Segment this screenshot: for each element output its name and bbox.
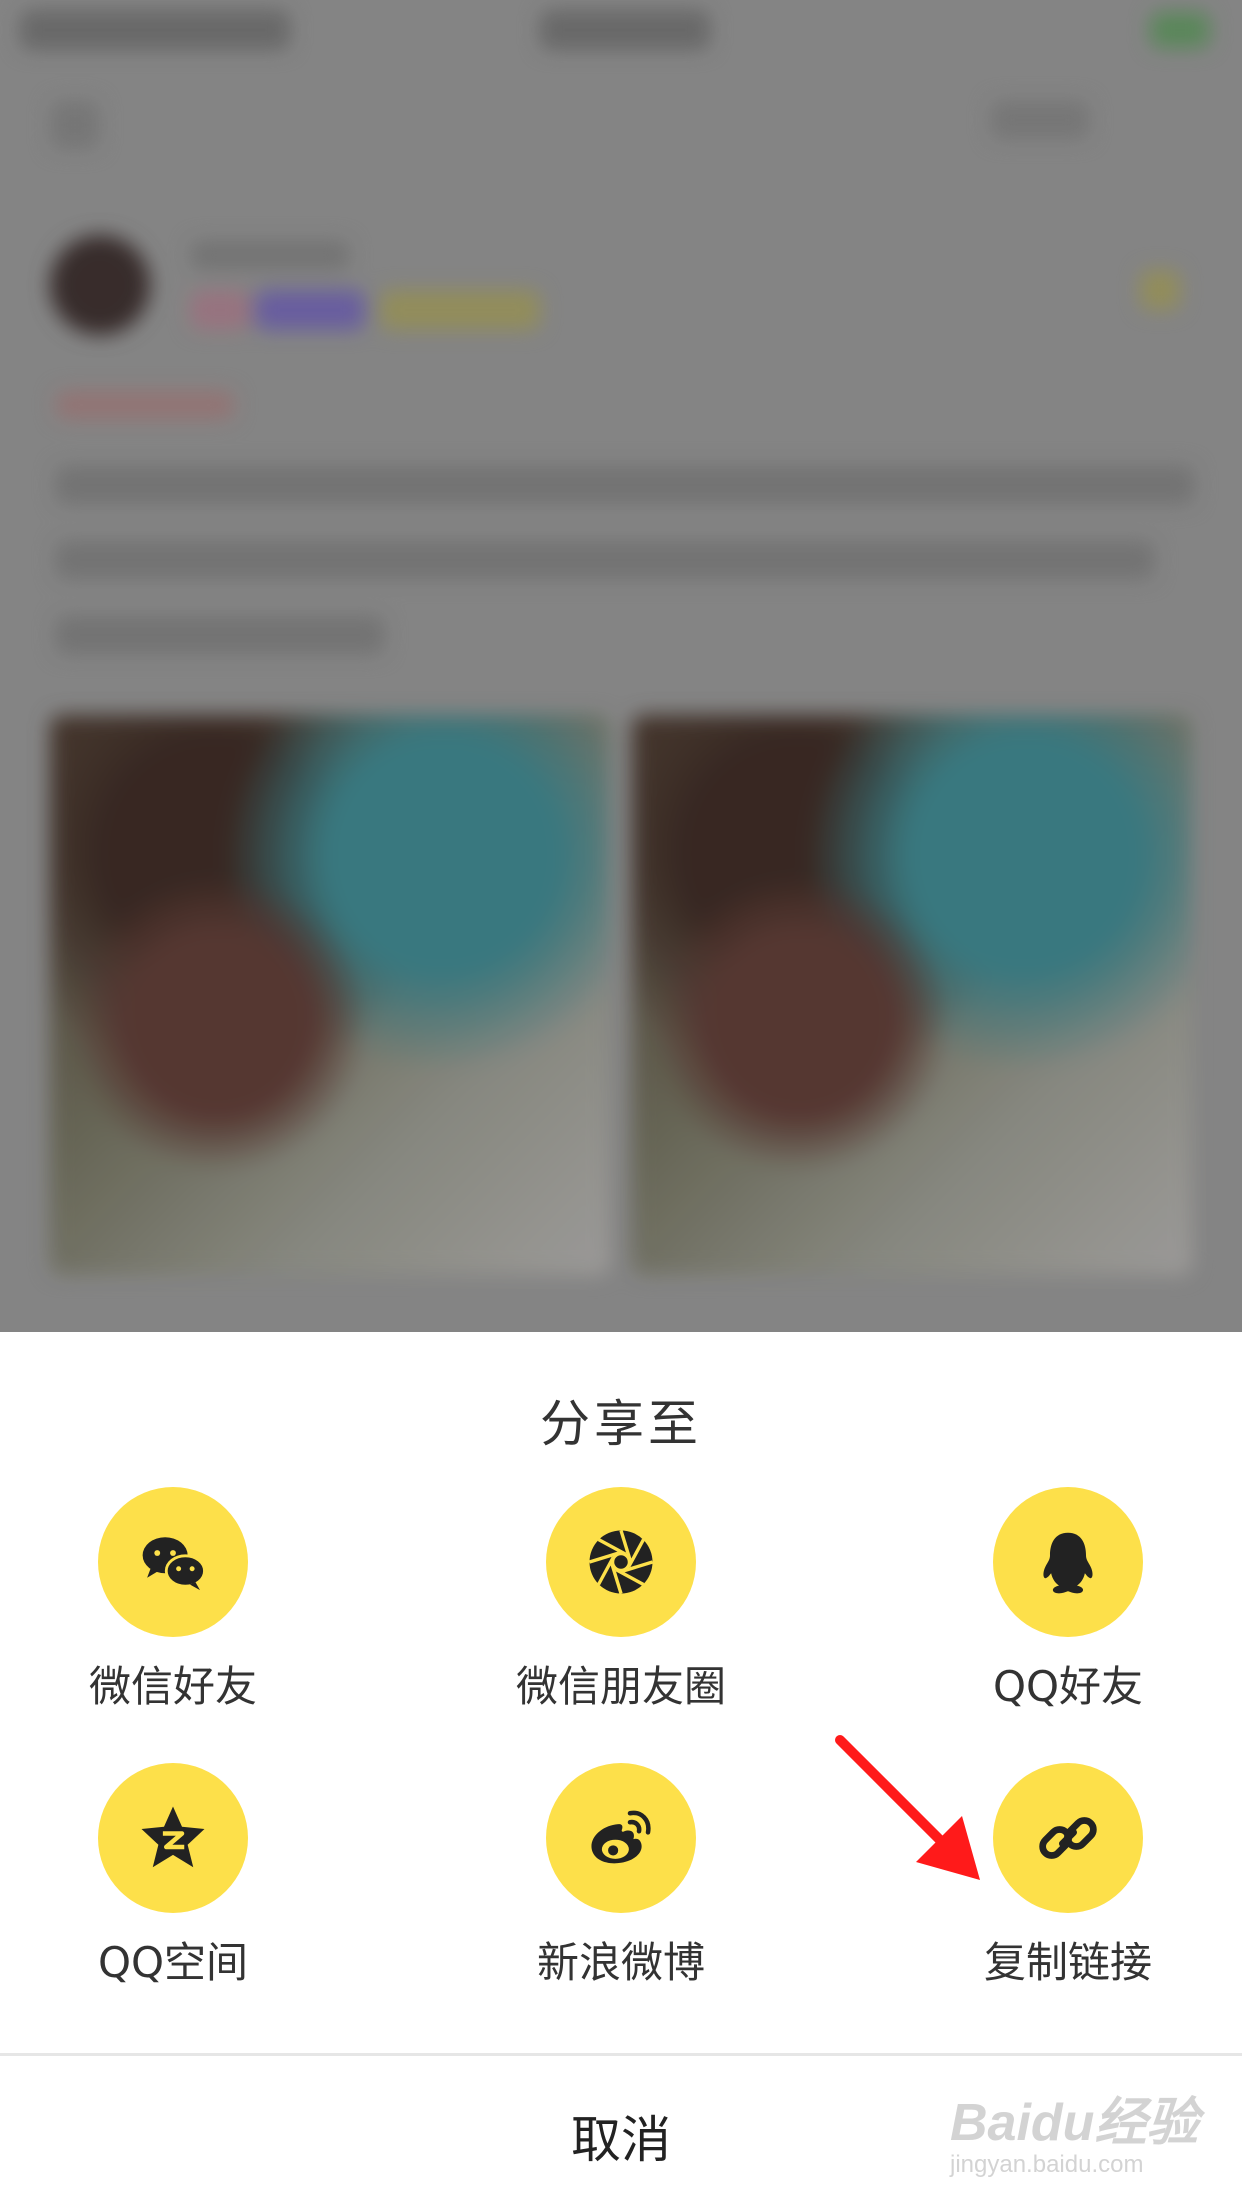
share-qzone[interactable]: QQ空间 [33, 1763, 313, 1990]
share-wechat-friend[interactable]: 微信好友 [33, 1487, 313, 1714]
share-wechat-moments[interactable]: 微信朋友圈 [481, 1487, 761, 1714]
share-qq-friend[interactable]: QQ好友 [928, 1487, 1208, 1714]
background-app [0, 0, 1242, 1332]
share-sheet-title: 分享至 [540, 1395, 702, 1453]
watermark-logo: Baidu经验 [950, 2094, 1199, 2152]
share-label: QQ好友 [992, 1662, 1144, 1711]
share-label: QQ空间 [97, 1938, 249, 1987]
share-sheet: 分享至 微信好友 微信朋友圈 QQ好友 QQ空间 新浪微博 复制链接 取消 [0, 1332, 1242, 2208]
wechat-icon [142, 1537, 206, 1591]
share-label: 新浪微博 [536, 1938, 705, 1987]
share-label: 微信好友 [88, 1662, 257, 1711]
divider [0, 2053, 1242, 2056]
qq-icon [1043, 1532, 1093, 1594]
share-label: 微信朋友圈 [515, 1662, 726, 1711]
share-circle[interactable] [546, 1763, 696, 1913]
annotation-arrow-icon [835, 1735, 980, 1880]
moments-icon [589, 1530, 653, 1594]
share-weibo[interactable]: 新浪微博 [481, 1763, 761, 1990]
share-circle[interactable] [993, 1487, 1143, 1637]
dim-overlay[interactable] [0, 0, 1242, 1332]
link-icon [1039, 1817, 1097, 1859]
share-circle[interactable] [546, 1487, 696, 1637]
baidu-watermark: Baidu经验 jingyan.baidu.com [950, 2080, 1200, 2190]
qzone-icon [141, 1806, 205, 1868]
share-circle[interactable] [98, 1487, 248, 1637]
share-circle[interactable] [993, 1763, 1143, 1913]
share-label: 复制链接 [983, 1938, 1152, 1987]
weibo-icon [591, 1810, 651, 1864]
watermark-url: jingyan.baidu.com [950, 2151, 1144, 2178]
share-circle[interactable] [98, 1763, 248, 1913]
